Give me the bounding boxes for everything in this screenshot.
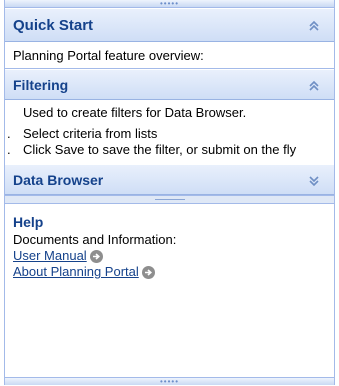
filtering-description: Used to create filters for Data Browser. [23,105,247,120]
about-planning-portal-link[interactable]: About Planning Portal [13,264,139,280]
data-browser-header[interactable]: Data Browser [5,164,334,195]
bottom-resize-grip[interactable]: ••••• [5,377,334,386]
double-chevron-up-icon[interactable] [308,79,320,91]
sidebar-panel: ••••• Quick Start Planning Portal featur… [4,0,335,386]
list-item: . Click Save to save the filter, or subm… [7,142,330,158]
arrow-right-circle-icon[interactable] [89,249,103,263]
bullet-dot: . [7,126,11,141]
grip-dots: ••••• [159,377,180,386]
panel-splitter[interactable] [5,195,334,204]
help-title: Help [13,214,44,230]
grip-dots: ••••• [159,0,180,8]
list-item-text: Click Save to save the filter, or submit… [23,142,297,157]
user-manual-link[interactable]: User Manual [13,248,87,264]
filtering-body: Used to create filters for Data Browser.… [5,100,334,164]
arrow-right-circle-icon[interactable] [141,265,155,279]
help-link-row: About Planning Portal [13,264,326,280]
data-browser-title: Data Browser [13,171,104,188]
double-chevron-down-icon[interactable] [308,174,320,186]
list-item-text: Select criteria from lists [23,126,158,141]
quick-start-body: Planning Portal feature overview: [5,42,334,69]
quick-start-header[interactable]: Quick Start [5,8,334,42]
list-item: . Select criteria from lists [7,126,330,142]
help-section: Help Documents and Information: User Man… [5,204,334,280]
top-resize-grip[interactable]: ••••• [5,0,334,8]
filtering-header[interactable]: Filtering [5,69,334,100]
help-subtitle: Documents and Information: [13,232,177,247]
filtering-title: Filtering [13,76,69,93]
double-chevron-up-icon[interactable] [308,19,320,31]
help-link-row: User Manual [13,248,326,264]
splitter-handle[interactable] [154,199,185,200]
bullet-dot: . [7,142,11,157]
quick-start-title: Quick Start [13,16,94,34]
